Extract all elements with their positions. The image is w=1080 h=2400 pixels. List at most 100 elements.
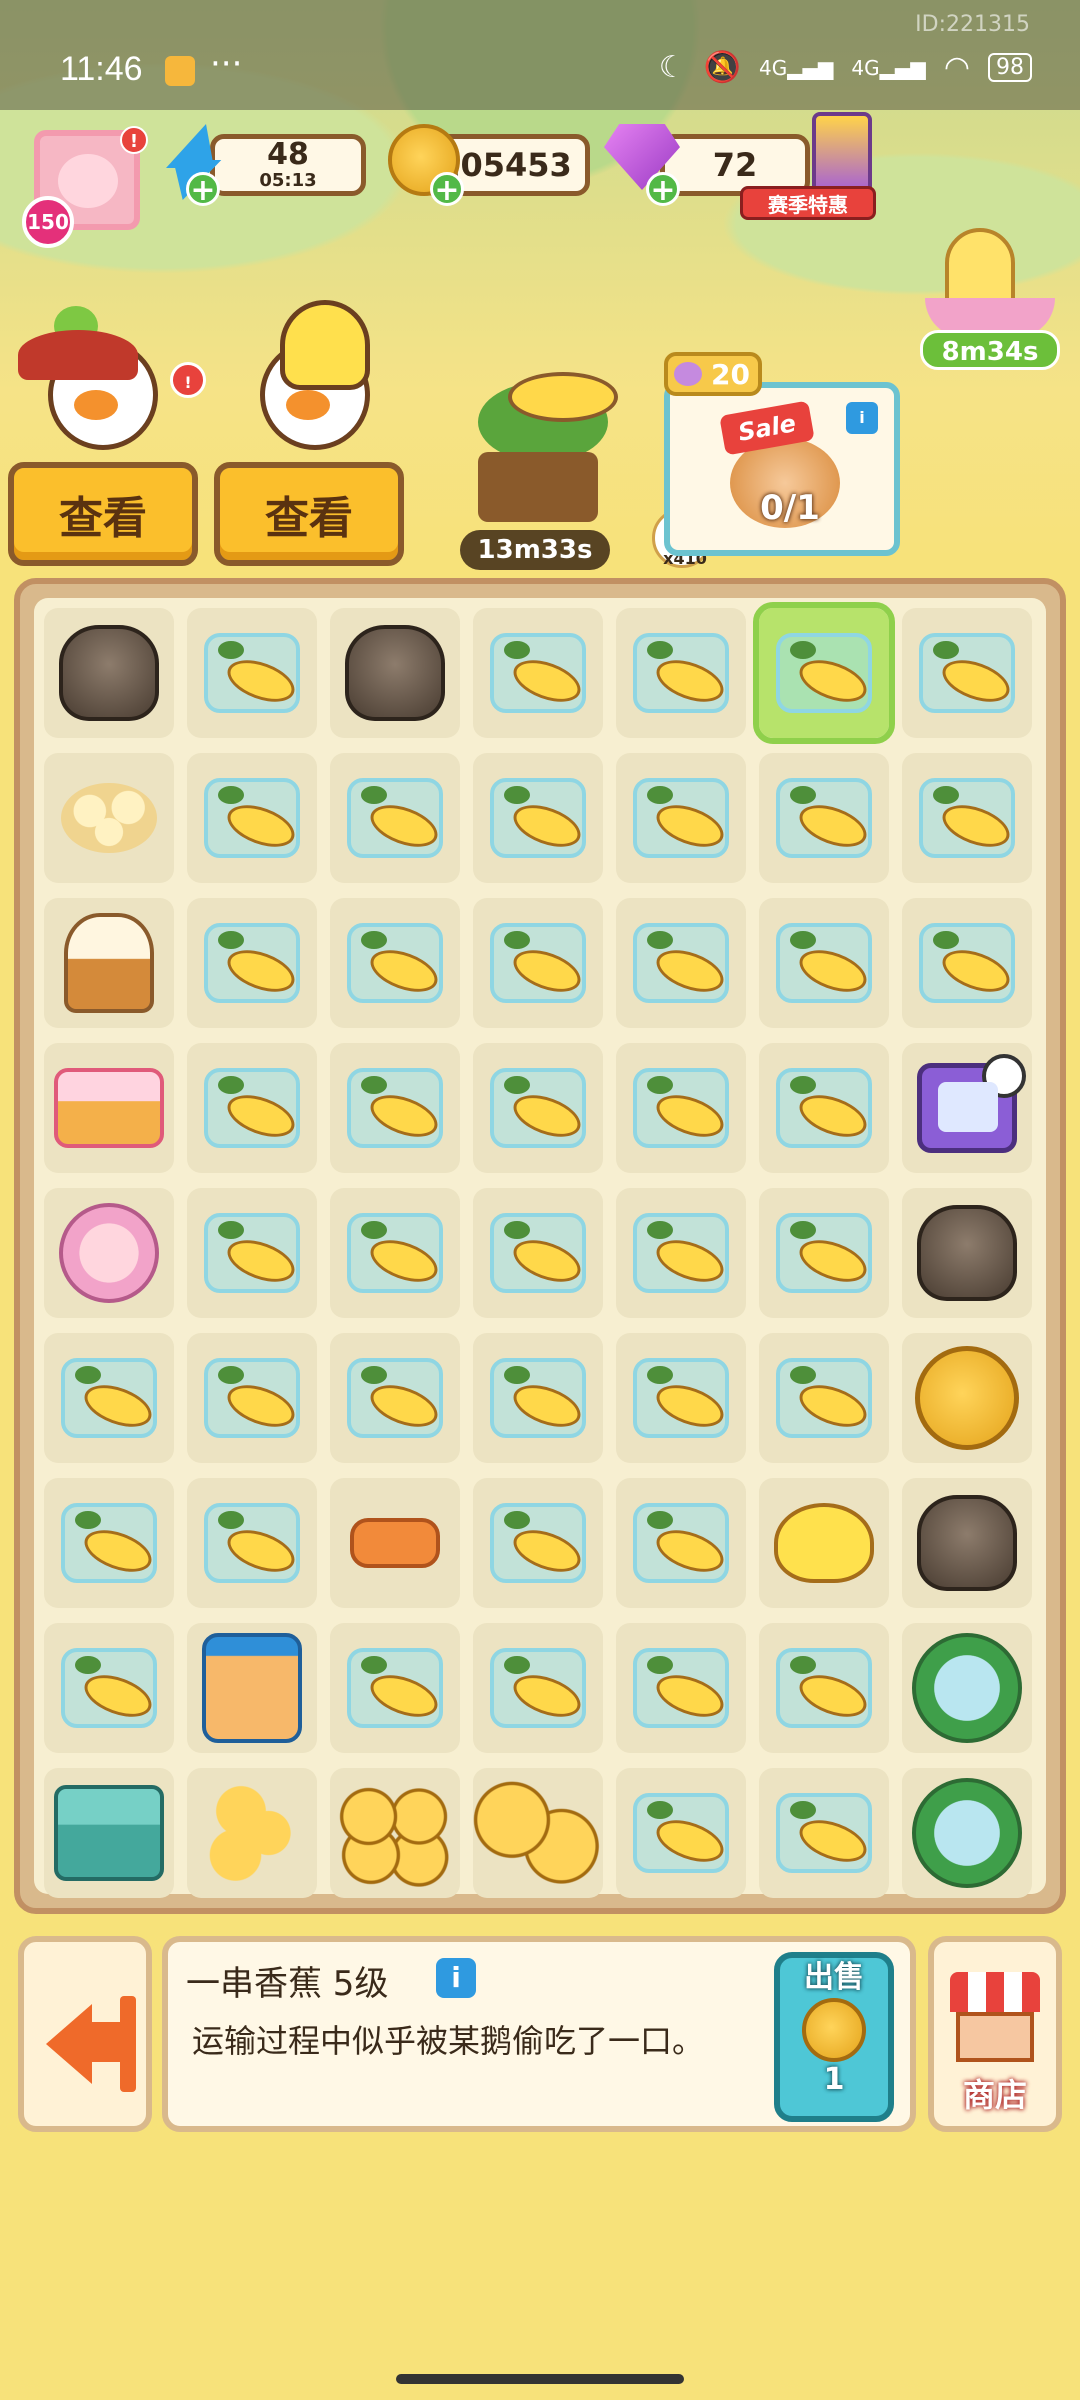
banana-boxed-icon xyxy=(633,923,729,1003)
item-info-panel: 一串香蕉 5级 i 运输过程中似乎被某鹅偷吃了一口。 出售 1 xyxy=(162,1936,916,2132)
board-cell[interactable] xyxy=(473,608,603,738)
board-cell[interactable] xyxy=(44,608,174,738)
board-cell[interactable] xyxy=(616,898,746,1028)
board-cell[interactable] xyxy=(187,898,317,1028)
board-cell[interactable] xyxy=(187,1478,317,1608)
board-cell[interactable] xyxy=(330,1768,460,1898)
board-cell[interactable] xyxy=(473,1623,603,1753)
status-icons: ☾ 🔕 4G▂▄▆ 4G▂▄▆ ◠ 98 xyxy=(659,50,1032,85)
board-cell[interactable] xyxy=(616,1043,746,1173)
banana-boxed-icon xyxy=(633,1358,729,1438)
banana-boxed-icon xyxy=(490,1213,586,1293)
signal-icon-2: 4G▂▄▆ xyxy=(851,55,926,80)
web-stump-icon xyxy=(59,625,159,721)
board-cell[interactable] xyxy=(187,753,317,883)
banana-tree-generator[interactable] xyxy=(448,372,628,532)
board-cell[interactable] xyxy=(759,1043,889,1173)
board-cell[interactable] xyxy=(44,753,174,883)
board-cell[interactable] xyxy=(902,1043,1032,1173)
board-cell[interactable] xyxy=(473,1768,603,1898)
board-cell[interactable] xyxy=(902,1768,1032,1898)
board-cell[interactable] xyxy=(44,1333,174,1463)
pirate-duck-character[interactable] xyxy=(8,320,198,470)
board-cell[interactable] xyxy=(616,1768,746,1898)
board-cell[interactable] xyxy=(187,1043,317,1173)
board-cell[interactable] xyxy=(616,608,746,738)
player-avatar[interactable]: 150 ! xyxy=(22,126,148,248)
sale-order-card[interactable]: Sale i 0/1 xyxy=(664,382,900,556)
shop-button[interactable]: 商店 xyxy=(928,1936,1062,2132)
board-cell[interactable] xyxy=(902,608,1032,738)
board-cell[interactable] xyxy=(902,1188,1032,1318)
board-cell[interactable] xyxy=(616,1333,746,1463)
board-cell[interactable] xyxy=(753,602,895,744)
board-cell[interactable] xyxy=(187,1333,317,1463)
board-cell[interactable] xyxy=(330,753,460,883)
item-info-button[interactable]: i xyxy=(436,1958,476,1998)
board-cell[interactable] xyxy=(187,1623,317,1753)
view-button-right[interactable]: 查看 xyxy=(214,462,404,566)
board-cell[interactable] xyxy=(330,1623,460,1753)
board-cell[interactable] xyxy=(44,1768,174,1898)
add-gems-button[interactable]: + xyxy=(646,172,680,207)
board-cell[interactable] xyxy=(187,1188,317,1318)
board-cell[interactable] xyxy=(759,753,889,883)
view-button-left[interactable]: 查看 xyxy=(8,462,198,566)
wifi-icon: ◠ xyxy=(943,50,970,85)
board-cell[interactable] xyxy=(44,1478,174,1608)
board-cell[interactable] xyxy=(616,753,746,883)
banana-boxed-icon xyxy=(490,1503,586,1583)
banana-boxed-icon xyxy=(204,1503,300,1583)
board-cell[interactable] xyxy=(902,1478,1032,1608)
merge-board xyxy=(14,578,1066,1914)
board-cell[interactable] xyxy=(759,1768,889,1898)
board-cell[interactable] xyxy=(759,1333,889,1463)
board-cell[interactable] xyxy=(759,1478,889,1608)
board-cell[interactable] xyxy=(44,1188,174,1318)
sell-button[interactable]: 出售 1 xyxy=(774,1952,894,2122)
moon-icon: ☾ xyxy=(658,50,686,85)
board-cell[interactable] xyxy=(616,1478,746,1608)
board-cell[interactable] xyxy=(902,898,1032,1028)
board-cell[interactable] xyxy=(902,1623,1032,1753)
board-cell[interactable] xyxy=(330,1333,460,1463)
board-cell[interactable] xyxy=(759,1188,889,1318)
board-cell[interactable] xyxy=(902,753,1032,883)
season-pack-icon[interactable] xyxy=(812,112,872,196)
board-cell[interactable] xyxy=(44,898,174,1028)
board-cell[interactable] xyxy=(44,1043,174,1173)
board-cell[interactable] xyxy=(473,898,603,1028)
board-cell[interactable] xyxy=(902,1333,1032,1463)
board-cell[interactable] xyxy=(759,1623,889,1753)
add-energy-button[interactable]: + xyxy=(186,172,220,207)
banana-boxed-icon xyxy=(347,1213,443,1293)
energy-counter[interactable]: 48 05:13 xyxy=(210,134,366,196)
clock-icon xyxy=(982,1054,1026,1098)
board-cell[interactable] xyxy=(44,1623,174,1753)
board-cell[interactable] xyxy=(330,1478,460,1608)
home-indicator[interactable] xyxy=(396,2374,684,2384)
season-pack-label[interactable]: 赛季特惠 xyxy=(740,186,876,220)
board-cell[interactable] xyxy=(616,1623,746,1753)
board-cell[interactable] xyxy=(473,1333,603,1463)
board-cell[interactable] xyxy=(473,1043,603,1173)
banana-boxed-icon xyxy=(776,1793,872,1873)
sale-info-button[interactable]: i xyxy=(846,402,878,434)
board-cell[interactable] xyxy=(759,898,889,1028)
board-cell[interactable] xyxy=(473,1188,603,1318)
board-cell[interactable] xyxy=(616,1188,746,1318)
board-cell[interactable] xyxy=(473,1478,603,1608)
sale-progress: 0/1 xyxy=(760,488,820,528)
board-cell[interactable] xyxy=(330,898,460,1028)
board-cell[interactable] xyxy=(330,1043,460,1173)
add-coins-button[interactable]: + xyxy=(430,172,464,207)
tv-machine-icon xyxy=(917,1054,1026,1153)
board-cell[interactable] xyxy=(187,1768,317,1898)
board-cell[interactable] xyxy=(330,1188,460,1318)
board-cell[interactable] xyxy=(330,608,460,738)
banana-bento-box-icon xyxy=(54,1068,164,1148)
board-cell[interactable] xyxy=(187,608,317,738)
board-cell[interactable] xyxy=(473,753,603,883)
banana-duck-character[interactable] xyxy=(220,300,410,470)
exit-button[interactable] xyxy=(18,1936,152,2132)
